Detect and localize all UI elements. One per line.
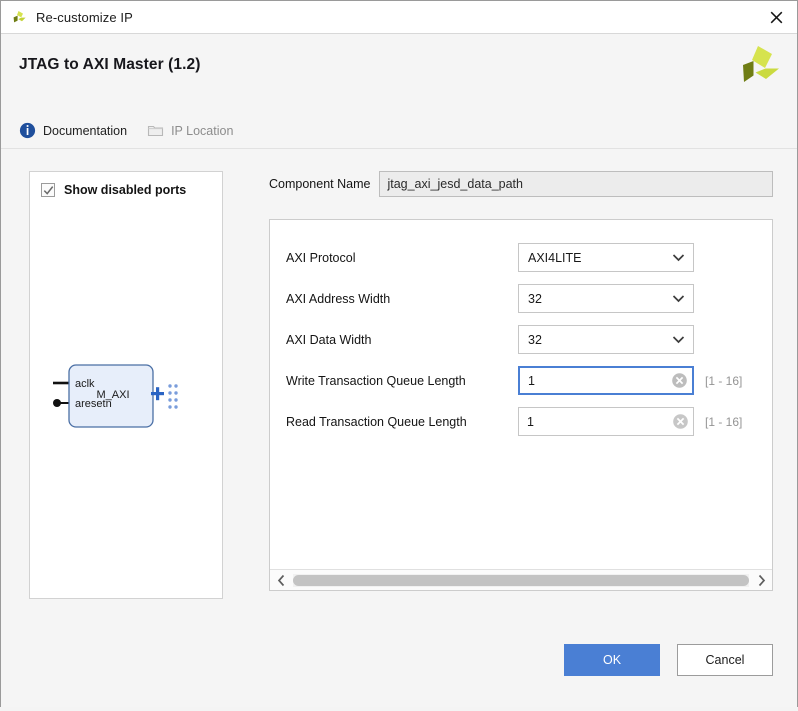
title-bar: Re-customize IP	[1, 1, 797, 34]
scroll-left-icon[interactable]	[273, 572, 289, 589]
axi-address-width-value: 32	[528, 291, 542, 306]
read-transaction-queue-length-label: Read Transaction Queue Length	[286, 414, 467, 429]
interface-label-m-axi: M_AXI	[96, 389, 129, 401]
horizontal-scrollbar[interactable]	[270, 569, 772, 590]
chevron-down-icon	[672, 254, 685, 262]
dialog-footer: OK Cancel	[1, 635, 797, 707]
chevron-right-icon	[758, 574, 765, 586]
axi-protocol-label: AXI Protocol	[286, 250, 356, 265]
scroll-right-icon[interactable]	[753, 572, 769, 589]
write-transaction-queue-length-value: 1	[528, 373, 535, 388]
axi-protocol-select[interactable]: AXI4LITE	[518, 243, 694, 272]
read-transaction-queue-length-value: 1	[527, 414, 534, 429]
dialog-header: JTAG to AXI Master (1.2)	[1, 34, 797, 113]
axi-address-width-row: AXI Address Width 32	[270, 278, 772, 319]
chevron-down-icon	[672, 295, 685, 303]
documentation-link[interactable]: Documentation	[19, 122, 127, 139]
axi-protocol-row: AXI Protocol AXI4LITE	[270, 237, 772, 278]
chevron-down-icon	[672, 336, 685, 344]
axi-address-width-label: AXI Address Width	[286, 291, 391, 306]
ip-options-panel: Component Name jtag_axi_jesd_data_path A…	[269, 171, 773, 635]
vivado-logo-icon	[10, 9, 27, 26]
folder-icon	[147, 122, 164, 139]
documentation-label: Documentation	[43, 123, 128, 138]
axi-data-width-select[interactable]: 32	[518, 325, 694, 354]
read-transaction-queue-length-input[interactable]: 1	[518, 407, 694, 436]
component-name-label: Component Name	[269, 177, 371, 191]
read-transaction-queue-length-hint: [1 - 16]	[705, 414, 743, 429]
dialog-toolbar: Documentation IP Location	[1, 113, 797, 149]
write-transaction-queue-length-input[interactable]: 1	[518, 366, 694, 395]
aresetn-inverted-marker	[53, 398, 61, 407]
write-transaction-queue-length-row: Write Transaction Queue Length 1 [1 - 16…	[270, 360, 772, 401]
axi-data-width-value: 32	[528, 332, 542, 347]
read-transaction-queue-length-row: Read Transaction Queue Length 1 [1 - 16]	[270, 401, 772, 442]
window-title: Re-customize IP	[36, 9, 133, 25]
show-disabled-ports-label: Show disabled ports	[64, 183, 187, 197]
checkbox-box	[41, 183, 55, 197]
ip-symbol-panel: Show disabled ports aclk aresetn M_AXI	[29, 171, 223, 599]
ok-button-label: OK	[602, 653, 622, 667]
re-customize-ip-dialog: Re-customize IP JTAG to AXI Master (1.2)	[0, 0, 798, 707]
axi-data-width-label: AXI Data Width	[286, 332, 372, 347]
cancel-button[interactable]: Cancel	[677, 644, 773, 676]
cancel-button-label: Cancel	[705, 653, 745, 667]
clear-icon	[673, 414, 688, 429]
scrollbar-thumb[interactable]	[293, 574, 749, 586]
check-icon	[43, 185, 53, 195]
show-disabled-ports-checkbox[interactable]: Show disabled ports	[30, 172, 222, 197]
write-transaction-queue-length-label: Write Transaction Queue Length	[286, 373, 466, 388]
page-title: JTAG to AXI Master (1.2)	[19, 56, 201, 73]
bus-connector-dots	[168, 383, 178, 409]
write-transaction-queue-length-hint: [1 - 16]	[705, 373, 743, 388]
scrollbar-track[interactable]	[293, 573, 749, 587]
component-name-value: jtag_axi_jesd_data_path	[387, 177, 523, 191]
ip-block-diagram[interactable]: aclk aresetn M_AXI	[30, 197, 222, 598]
ip-properties-list: AXI Protocol AXI4LITE AXI Address Width	[270, 220, 772, 569]
axi-address-width-select[interactable]: 32	[518, 284, 694, 313]
component-name-row: Component Name jtag_axi_jesd_data_path	[269, 171, 773, 197]
ip-location-label: IP Location	[171, 123, 234, 138]
info-circle-icon	[19, 122, 36, 139]
chevron-left-icon	[277, 574, 284, 586]
component-name-input[interactable]: jtag_axi_jesd_data_path	[379, 171, 773, 197]
ip-properties-box: AXI Protocol AXI4LITE AXI Address Width	[269, 219, 773, 591]
dialog-body: Show disabled ports aclk aresetn M_AXI C…	[1, 149, 797, 635]
ok-button[interactable]: OK	[564, 644, 660, 676]
ip-location-link[interactable]: IP Location	[147, 122, 233, 139]
port-label-aclk: aclk	[75, 378, 95, 390]
xilinx-pinwheel-logo-icon	[735, 42, 781, 91]
axi-data-width-row: AXI Data Width 32	[270, 319, 772, 360]
axi-protocol-value: AXI4LITE	[528, 250, 582, 265]
close-icon[interactable]	[755, 1, 797, 33]
clear-icon	[672, 373, 687, 388]
